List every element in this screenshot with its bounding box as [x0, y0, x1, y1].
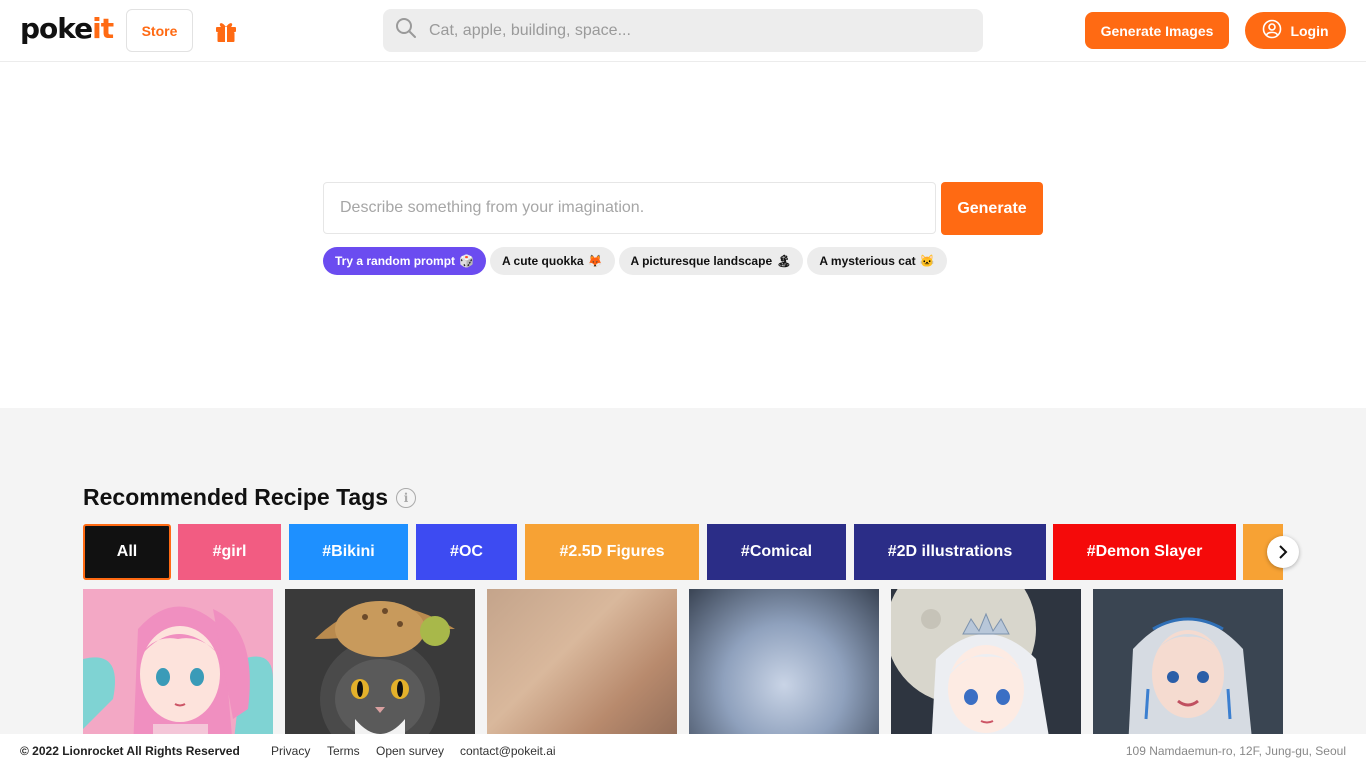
island-icon: 🏝 — [776, 254, 792, 268]
footer: © 2022 Lionrocket All Rights Reserved Pr… — [0, 734, 1366, 768]
chip-label: A cute quokka — [501, 254, 584, 268]
address: 109 Namdaemun-ro, 12F, Jung-gu, Seoul — [1125, 744, 1346, 758]
search-bar — [383, 9, 983, 52]
tag-oc[interactable]: #OC — [416, 524, 517, 580]
tag-label: #OC — [450, 543, 483, 560]
copyright: © 2022 Lionrocket All Rights Reserved — [20, 744, 240, 758]
store-button[interactable]: Store — [126, 9, 193, 52]
generate-button[interactable]: Generate — [941, 182, 1043, 235]
tag-label: #Demon Slayer — [1086, 543, 1203, 560]
tag-girl[interactable]: #girl — [178, 524, 281, 580]
chevron-right-icon[interactable] — [1267, 536, 1299, 568]
tag-all[interactable]: All — [83, 524, 171, 580]
tag-label: All — [116, 543, 138, 560]
contact-email-link[interactable]: contact@pokeit.ai — [460, 744, 556, 758]
gift-icon[interactable] — [211, 16, 241, 46]
anime-girl-tiara-moon-image[interactable] — [891, 589, 1081, 734]
search-icon — [395, 17, 417, 44]
header: pokeit Store Generate Images Login — [0, 0, 1366, 62]
fox-icon: 🦊 — [587, 254, 603, 268]
open-survey-link[interactable]: Open survey — [376, 744, 444, 758]
info-icon[interactable]: i — [396, 487, 417, 508]
section-title-text: Recommended Recipe Tags — [83, 484, 389, 510]
generate-images-button[interactable]: Generate Images — [1085, 12, 1229, 49]
search-input[interactable] — [429, 21, 969, 40]
tag-label: #2.5D Figures — [559, 543, 665, 560]
recipe-tags: All #girl #Bikini #OC #2.5D Figures #Com… — [83, 524, 1283, 580]
recipe-section: Recommended Recipe Tags i All #girl #Bik… — [0, 408, 1366, 734]
anime-girl-pink-hair-image[interactable] — [83, 589, 273, 734]
cat-with-hat-image[interactable] — [285, 589, 475, 734]
prompt-suggestions: Try a random prompt 🎲 A cute quokka 🦊 A pi… — [323, 247, 947, 275]
tag-demon-slayer[interactable]: #Demon Slayer — [1053, 524, 1236, 580]
suggestion-chip-quokka[interactable]: A cute quokka 🦊 — [489, 247, 615, 275]
pokeit-logo[interactable]: pokeit — [20, 12, 114, 45]
chip-label: Try a random prompt — [335, 254, 456, 268]
privacy-link[interactable]: Privacy — [271, 744, 310, 758]
tag-label: #Bikini — [322, 543, 375, 560]
tag-comical[interactable]: #Comical — [707, 524, 846, 580]
tag-label: #girl — [212, 543, 247, 560]
suggestion-chip-cat[interactable]: A mysterious cat 🐱 — [807, 247, 947, 275]
silver-hair-girl-image[interactable] — [1093, 589, 1283, 734]
tag-2-5d-figures[interactable]: #2.5D Figures — [525, 524, 699, 580]
chip-label: A mysterious cat — [819, 254, 916, 268]
logo-text-accent: it — [92, 12, 114, 45]
login-button[interactable]: Login — [1245, 12, 1346, 49]
recipe-thumbnails — [83, 589, 1283, 734]
prompt-input[interactable] — [323, 182, 936, 234]
dice-icon: 🎲 — [459, 254, 474, 268]
chip-label: A picturesque landscape — [630, 254, 773, 268]
suggestion-chip-landscape[interactable]: A picturesque landscape 🏝 — [618, 247, 804, 275]
login-label: Login — [1290, 22, 1329, 39]
tag-label: #2D illustrations — [887, 543, 1013, 560]
cat-face-icon: 🐱 — [919, 254, 935, 268]
tag-2d-illustrations[interactable]: #2D illustrations — [854, 524, 1046, 580]
random-prompt-chip[interactable]: Try a random prompt 🎲 — [323, 247, 486, 275]
terms-link[interactable]: Terms — [327, 744, 360, 758]
tag-label: #Comical — [740, 543, 813, 560]
blurred-image[interactable] — [487, 589, 677, 734]
section-title: Recommended Recipe Tags i — [83, 484, 417, 511]
blurred-image[interactable] — [689, 589, 879, 734]
user-icon — [1262, 19, 1282, 42]
tag-bikini[interactable]: #Bikini — [289, 524, 408, 580]
logo-text-main: poke — [20, 12, 93, 45]
